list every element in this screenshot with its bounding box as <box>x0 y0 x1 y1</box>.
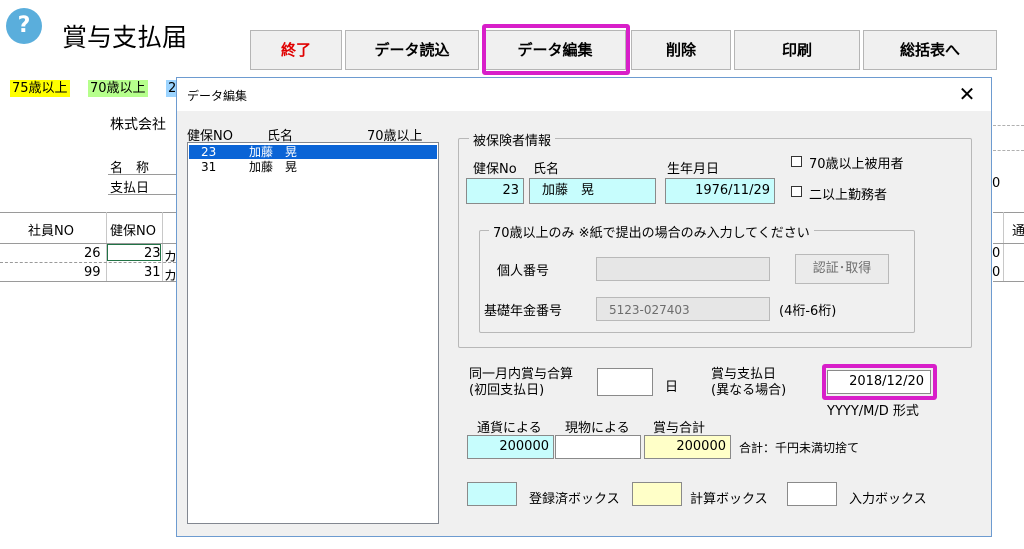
row-divider <box>0 262 176 263</box>
my-number-field[interactable] <box>596 257 770 281</box>
pension-no-field[interactable]: 5123-027403 <box>596 297 770 321</box>
tag-partial: 2 <box>166 80 176 97</box>
table-row-right: 0 <box>992 265 1001 280</box>
load-data-button[interactable]: データ読込 <box>345 30 479 70</box>
right-header-line <box>993 243 1024 244</box>
col-header-emp-no: 社員NO <box>28 224 74 239</box>
list-item-name: 加藤 晃 <box>249 160 298 174</box>
table-row-right: 0 <box>992 246 1001 261</box>
table-row: 31 <box>144 265 161 280</box>
dialog-title: データ編集 <box>187 89 248 103</box>
name-field[interactable]: 加藤 晃 <box>529 178 656 204</box>
column-divider <box>1003 212 1004 282</box>
col-header-kenpo-no: 健保NO <box>110 224 156 239</box>
employee-list[interactable]: 23 加藤 晃 31 加藤 晃 <box>187 142 439 524</box>
list-item-name: 加藤 晃 <box>249 145 298 159</box>
edit-data-highlight <box>482 24 630 75</box>
print-button[interactable]: 印刷 <box>734 30 860 70</box>
insured-info-caption: 被保険者情報 <box>469 130 556 149</box>
currency-header: 通貨による <box>477 421 542 436</box>
divider <box>108 194 176 195</box>
tag-75-over: 75歳以上 <box>10 80 70 97</box>
list-item[interactable]: 23 加藤 晃 <box>189 145 437 159</box>
divider <box>108 174 176 175</box>
company-name: 株式会社 <box>110 117 166 133</box>
divider <box>993 150 1024 151</box>
help-icon[interactable]: ? <box>6 8 42 44</box>
table-row: 26 <box>84 246 101 261</box>
goods-amount-field[interactable] <box>555 435 641 459</box>
table-bottom-line <box>0 281 176 282</box>
auth-button[interactable]: 認証･取得 <box>795 254 889 284</box>
total-amount-field: 200000 <box>644 435 731 459</box>
pay-date-highlight <box>822 364 937 400</box>
list-item-no: 31 <box>201 160 217 174</box>
close-icon[interactable]: ✕ <box>957 82 977 106</box>
birth-label: 生年月日 <box>667 162 720 177</box>
exit-button[interactable]: 終了 <box>250 30 342 70</box>
legend-input-label: 入力ボックス <box>849 492 927 507</box>
pension-no-label: 基礎年金番号 <box>484 304 563 319</box>
column-divider <box>162 212 163 282</box>
kenpo-no-label: 健保No <box>473 162 517 177</box>
right-table-line <box>993 212 1024 213</box>
pension-format-hint: (4桁-6桁) <box>779 304 837 319</box>
table-row: 99 <box>84 265 101 280</box>
birth-date-field[interactable]: 1976/11/29 <box>665 178 775 204</box>
currency-amount-field[interactable]: 200000 <box>467 435 554 459</box>
kenpo-no-field[interactable]: 23 <box>466 178 524 204</box>
multi-work-checkbox[interactable] <box>791 186 802 197</box>
right-value: 0 <box>992 176 1001 191</box>
over70-only-caption: 70歳以上のみ ※紙で提出の場合のみ入力してください <box>489 222 814 241</box>
same-month-day-field[interactable] <box>597 368 653 396</box>
list-item[interactable]: 31 加藤 晃 <box>189 160 437 174</box>
legend-registered-swatch <box>467 482 517 506</box>
my-number-label: 個人番号 <box>497 264 550 279</box>
divider <box>993 125 1024 126</box>
name-label: 氏名 <box>533 162 560 177</box>
goods-header: 現物による <box>565 421 630 436</box>
pay-date-format: YYYY/M/D 形式 <box>827 404 919 419</box>
dialog-titlebar: データ編集 ✕ <box>177 78 991 111</box>
total-header: 賞与合計 <box>653 421 706 436</box>
table-top-line <box>0 212 176 213</box>
list-item-no: 23 <box>201 145 217 159</box>
delete-button[interactable]: 削除 <box>631 30 731 70</box>
data-edit-dialog: データ編集 ✕ 健保NO 氏名 70歳以上 23 加藤 晃 31 加藤 晃 被保… <box>176 77 992 537</box>
col-header-partial: 通 <box>1012 224 1024 239</box>
page-title: 賞与支払届 <box>62 23 188 52</box>
legend-registered-label: 登録済ボックス <box>529 492 620 507</box>
legend-calc-label: 計算ボックス <box>690 492 768 507</box>
multi-work-label: 二以上勤務者 <box>809 188 888 203</box>
tag-70-over: 70歳以上 <box>88 80 148 97</box>
right-bottom-line <box>993 281 1024 282</box>
legend-calc-swatch <box>632 482 682 506</box>
over70-employee-checkbox[interactable] <box>791 156 802 167</box>
day-suffix: 日 <box>665 380 679 395</box>
legend-input-swatch <box>787 482 837 506</box>
table-row: 23 <box>144 246 161 261</box>
same-month-sublabel: (初回支払日) <box>469 383 545 398</box>
over70-employee-label: 70歳以上被用者 <box>809 157 904 172</box>
summary-button[interactable]: 総括表へ <box>863 30 997 70</box>
amount-note: 合計：千円未満切捨て <box>739 441 860 455</box>
pay-date-sublabel: (異なる場合) <box>711 383 787 398</box>
